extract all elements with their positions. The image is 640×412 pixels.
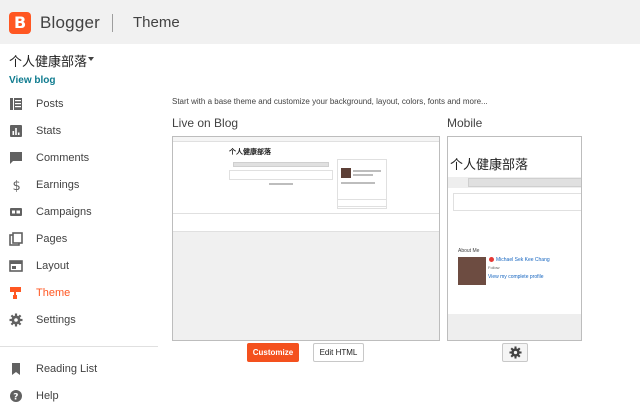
- sidebar-item-earnings[interactable]: $ Earnings: [0, 174, 158, 198]
- bookmark-icon: [12, 363, 20, 375]
- brand-name[interactable]: Blogger: [40, 13, 100, 33]
- sidebar-divider: [0, 346, 158, 347]
- layout-icon: [9, 260, 23, 272]
- mobile-post-box: [453, 193, 581, 211]
- sidebar-item-label: Pages: [36, 233, 68, 245]
- comments-icon: [10, 152, 22, 164]
- mobile-about-heading: About Me: [458, 248, 480, 254]
- app-header: B Blogger Theme: [0, 0, 640, 44]
- sidebar-item-comments[interactable]: Comments: [0, 147, 158, 171]
- edit-html-button[interactable]: Edit HTML: [313, 343, 364, 362]
- customize-button[interactable]: Customize: [247, 343, 299, 362]
- blogger-logo-icon[interactable]: B: [9, 12, 31, 34]
- mobile-search-bar: [468, 178, 581, 187]
- sidebar-item-label: Posts: [36, 98, 64, 110]
- mobile-blog-title: 个人健康部落: [450, 158, 529, 173]
- sidebar-item-label: Earnings: [36, 179, 80, 191]
- preview-footer-band: [173, 214, 439, 232]
- svg-text:$: $: [13, 179, 21, 192]
- posts-icon: [10, 98, 22, 110]
- mobile-footer: [448, 314, 581, 340]
- theme-intro-text: Start with a base theme and customize yo…: [172, 97, 488, 106]
- sidebar-item-stats[interactable]: Stats: [0, 120, 158, 144]
- caret-down-icon[interactable]: [88, 57, 94, 61]
- sidebar-item-label: Campaigns: [36, 206, 92, 218]
- sidebar-item-theme[interactable]: Theme: [0, 282, 158, 306]
- preview-post-box: [229, 170, 333, 180]
- mobile-author-name: Michael Sek Kee Chang: [496, 257, 550, 263]
- mobile-follow-label: Follow: [488, 265, 500, 270]
- preview-footer: [173, 213, 439, 340]
- page-title: Theme: [133, 14, 180, 31]
- sidebar-item-layout[interactable]: Layout: [0, 255, 158, 279]
- svg-text:?: ?: [13, 393, 18, 403]
- sidebar-item-reading-list[interactable]: Reading List: [0, 358, 158, 382]
- stats-icon: [10, 125, 22, 137]
- sidebar-item-help[interactable]: ? Help: [0, 385, 158, 409]
- preview-widget-box: [337, 199, 387, 209]
- mobile-preview[interactable]: 个人健康部落 About Me Michael Sek Kee Chang Fo…: [447, 136, 582, 341]
- sidebar-item-label: Settings: [36, 314, 76, 326]
- mobile-settings-button[interactable]: [502, 343, 528, 362]
- mobile-profile-link: View my complete profile: [488, 274, 544, 280]
- preview-text-line: [341, 182, 375, 184]
- help-icon: ?: [10, 390, 22, 403]
- mobile-heading: Mobile: [447, 116, 483, 130]
- campaigns-icon: [10, 208, 22, 216]
- sidebar-item-settings[interactable]: Settings: [0, 309, 158, 333]
- sidebar-item-campaigns[interactable]: Campaigns: [0, 201, 158, 225]
- sidebar-item-label: Theme: [36, 287, 71, 299]
- pages-icon: [9, 232, 23, 246]
- preview-avatar: [341, 168, 351, 178]
- theme-icon: [10, 287, 21, 299]
- view-blog-link[interactable]: View blog: [9, 75, 56, 86]
- live-blog-preview[interactable]: 个人健康部落: [172, 136, 440, 341]
- preview-powered-by: [269, 183, 293, 185]
- live-on-blog-heading: Live on Blog: [172, 116, 239, 130]
- dollar-icon: $: [13, 179, 21, 192]
- preview-navbar: [173, 137, 439, 142]
- sidebar-item-pages[interactable]: Pages: [0, 228, 158, 252]
- sidebar-item-posts[interactable]: Posts: [0, 93, 158, 117]
- preview-text-line: [353, 174, 373, 176]
- sidebar-item-label: Comments: [36, 152, 90, 164]
- google-plus-icon: [489, 257, 494, 262]
- preview-blog-title: 个人健康部落: [229, 148, 271, 156]
- blog-selector[interactable]: 个人健康部落: [9, 51, 87, 70]
- sidebar-item-label: Layout: [36, 260, 70, 272]
- gear-icon: [9, 313, 23, 327]
- sidebar-item-label: Help: [36, 390, 59, 402]
- header-divider: [112, 14, 113, 32]
- preview-text-line: [353, 170, 381, 172]
- preview-search-bar: [233, 162, 329, 167]
- sidebar-item-label: Reading List: [36, 363, 98, 375]
- gear-icon: [509, 346, 522, 359]
- sidebar-item-label: Stats: [36, 125, 62, 137]
- avatar: [458, 257, 486, 285]
